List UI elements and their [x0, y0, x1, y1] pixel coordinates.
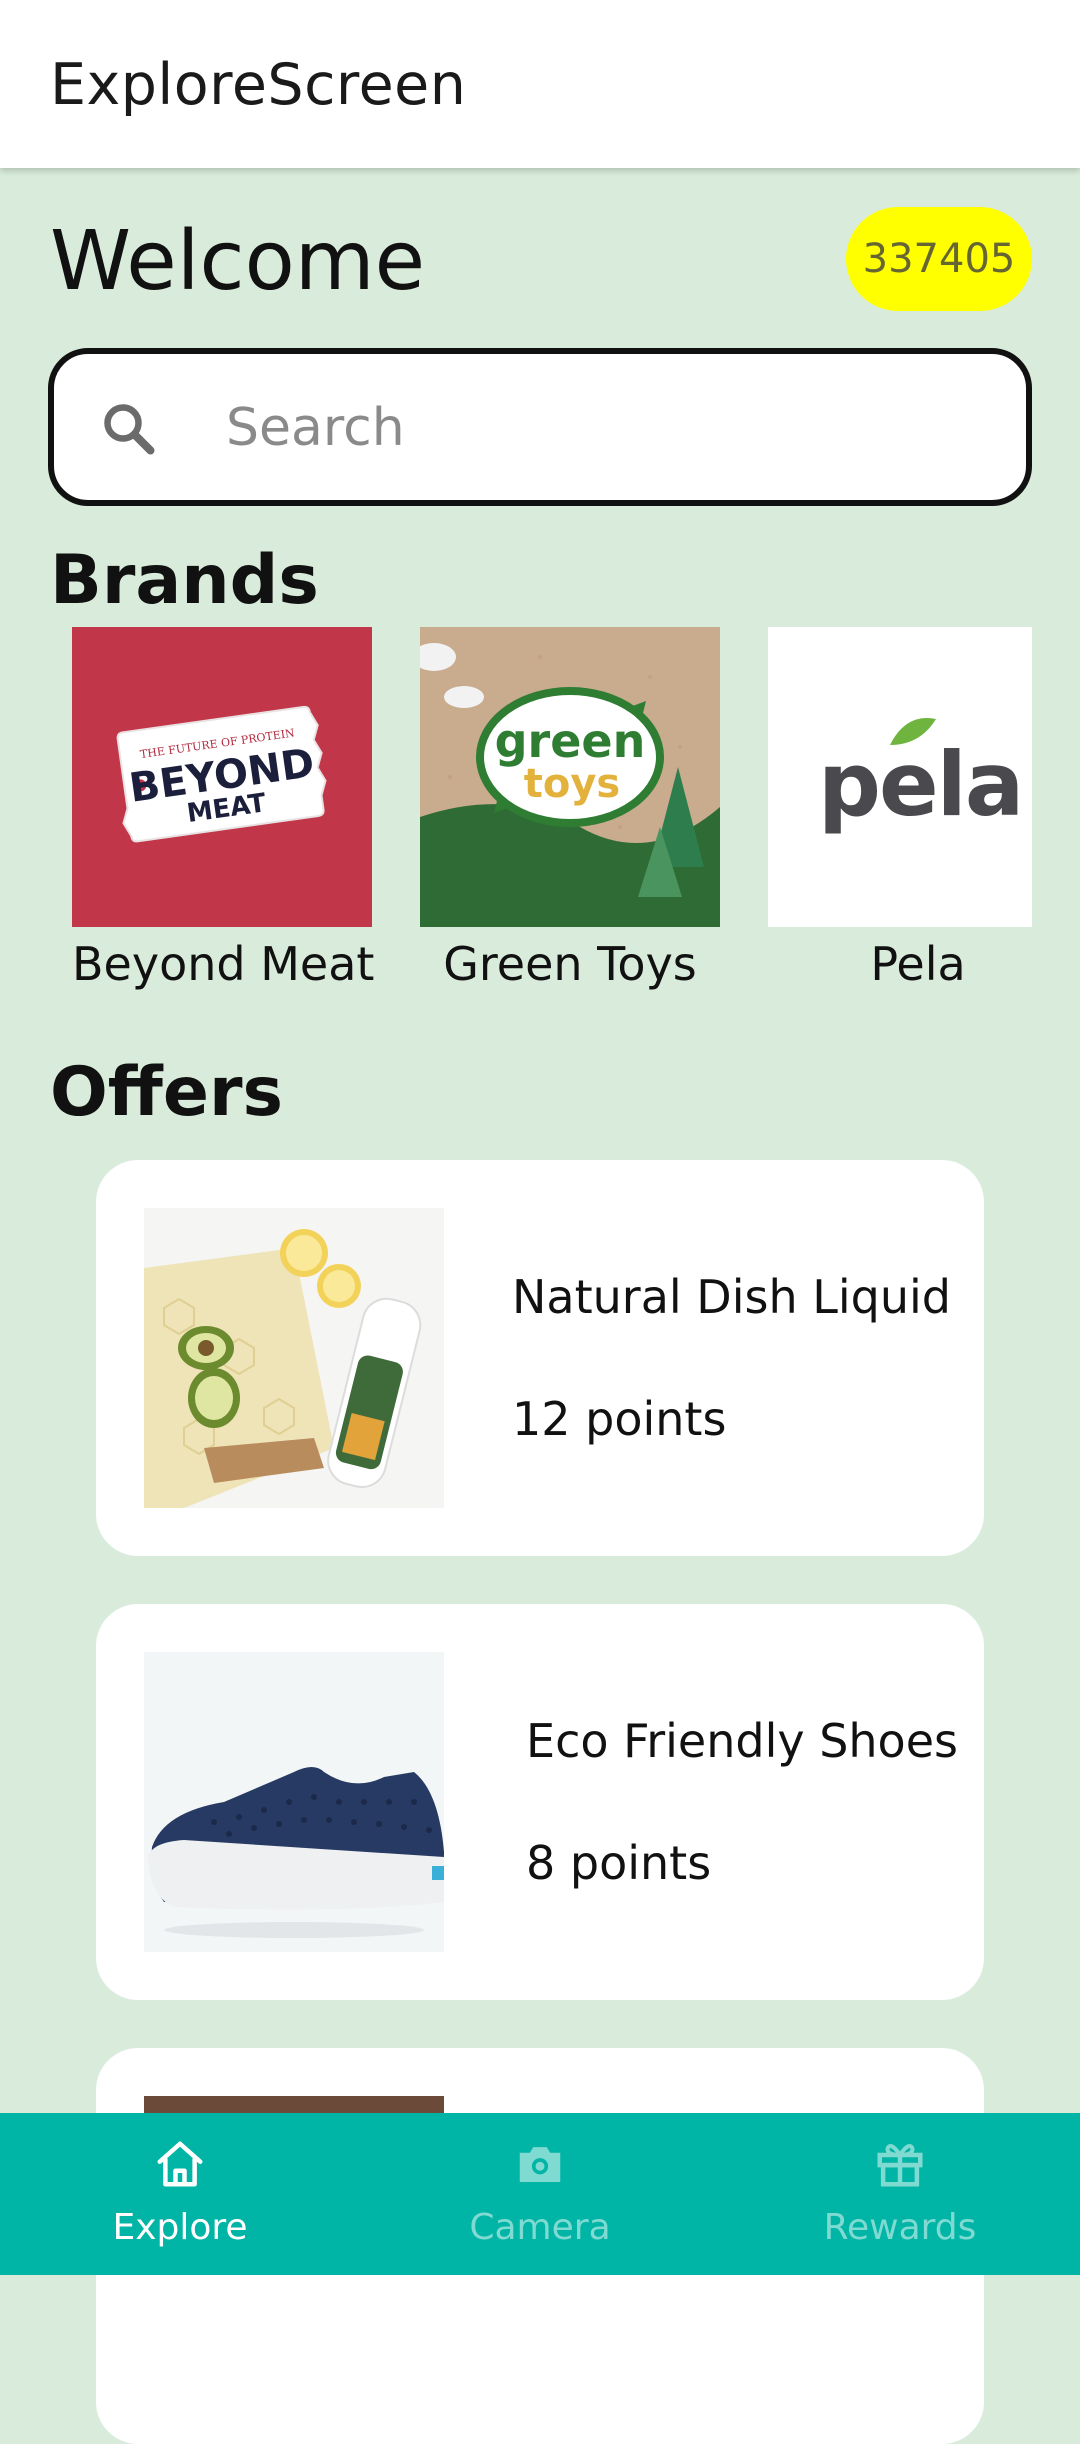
brand-card-beyond-meat[interactable]: THE FUTURE OF PROTEIN BEYOND MEAT Beyond… [72, 627, 375, 991]
offer-points: 8 points [526, 1836, 712, 1890]
green-toys-logo: green toys [420, 627, 720, 927]
dish-liquid-image [144, 1208, 444, 1508]
offers-heading: Offers [50, 1053, 284, 1132]
offer-card-dish-liquid[interactable]: Natural Dish Liquid 12 points [96, 1160, 984, 1556]
search-icon [104, 404, 155, 455]
welcome-heading: Welcome [50, 214, 426, 309]
nav-label: Camera [469, 2207, 611, 2248]
brand-label: Green Toys [443, 937, 697, 991]
brand-card-green-toys[interactable]: green toys Green Toys [420, 627, 720, 991]
brand-label: Pela [870, 937, 966, 991]
green-toys-wordmark-2: toys [524, 761, 620, 807]
nav-label: Explore [112, 2207, 248, 2248]
pela-logo: pela [768, 627, 1032, 927]
app-bar: ExploreScreen [0, 0, 1080, 168]
offer-name: Natural Dish Liquid [512, 1270, 951, 1324]
search-input[interactable] [224, 384, 988, 472]
eco-shoes-image [144, 1652, 444, 1952]
brands-heading: Brands [50, 541, 319, 620]
beyond-meat-logo: THE FUTURE OF PROTEIN BEYOND MEAT [72, 627, 372, 927]
offer-points: 12 points [512, 1392, 727, 1446]
offer-card-eco-shoes[interactable]: Eco Friendly Shoes 8 points [96, 1604, 984, 2000]
green-toys-wordmark: green [495, 714, 646, 768]
bottom-navigation: Explore Camera Rewards [0, 2113, 1080, 2275]
points-badge[interactable]: 337405 [846, 207, 1032, 311]
camera-icon [519, 2147, 561, 2182]
gift-icon [877, 2144, 923, 2187]
nav-item-camera[interactable]: Camera [360, 2113, 720, 2275]
pela-wordmark: pela [818, 733, 1022, 836]
app-bar-title: ExploreScreen [50, 52, 467, 118]
home-icon [157, 2141, 203, 2187]
nav-item-explore[interactable]: Explore [0, 2113, 360, 2275]
brand-card-pela[interactable]: pela Pela [768, 627, 1068, 991]
brand-label: Beyond Meat [72, 937, 375, 991]
offer-name: Eco Friendly Shoes [526, 1714, 958, 1768]
nav-item-rewards[interactable]: Rewards [720, 2113, 1080, 2275]
search-bar[interactable] [48, 348, 1032, 506]
nav-label: Rewards [823, 2207, 977, 2248]
